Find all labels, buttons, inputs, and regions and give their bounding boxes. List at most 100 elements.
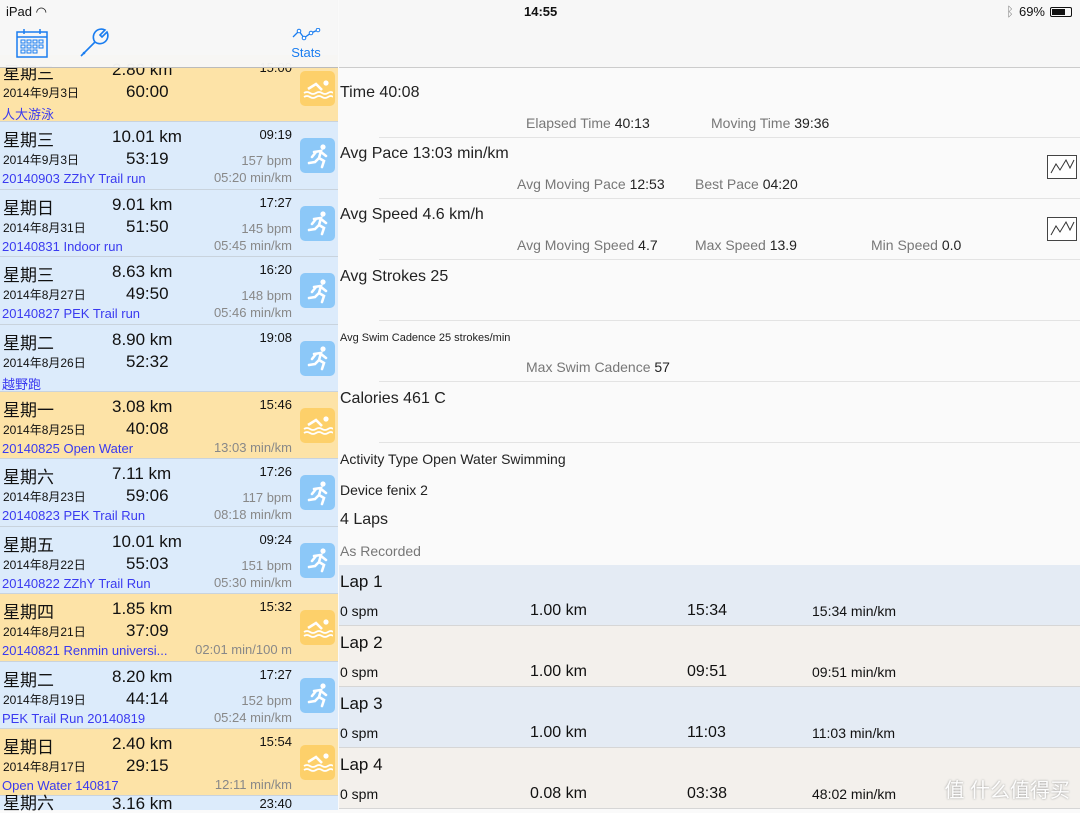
activity-day: 星期六 [3, 794, 54, 813]
calendar-icon[interactable] [16, 28, 48, 63]
line-graph-icon [1050, 158, 1075, 174]
stats-chart-icon [292, 27, 321, 41]
activity-day: 星期五 [3, 535, 54, 555]
activity-hr: 148 bpm [241, 288, 292, 304]
activity-distance: 8.20 km [112, 666, 173, 686]
activity-row[interactable]: 星期六 7.11 km 17:26 2014年8月23日 59:06 117 bpm 201… [0, 459, 338, 527]
activity-date: 2014年8月21日 [3, 625, 86, 640]
activity-distance: 1.85 km [112, 599, 173, 619]
swimmer-icon [303, 79, 333, 99]
activity-distance: 3.08 km [112, 396, 173, 416]
activity-time: 15:46 [259, 396, 292, 412]
activity-duration: 37:09 [126, 621, 169, 641]
activity-distance: 8.63 km [112, 262, 173, 282]
max-swim-cadence: Max Swim Cadence 57 [526, 359, 670, 375]
activity-row[interactable]: 星期一 3.08 km 15:46 2014年8月25日 40:08 20140825 O… [0, 391, 338, 460]
lap-time: 11:03 [687, 724, 726, 741]
activity-distance: 8.90 km [112, 329, 173, 349]
lap-row[interactable]: Lap 1 0 spm 1.00 km 15:34 15:34 min/km [339, 565, 1080, 626]
activity-hr: 145 bpm [241, 220, 292, 236]
run-badge [300, 138, 335, 174]
activity-row[interactable]: 星期三 10.01 km 09:19 2014年9月3日 53:19 157 bpm 201… [0, 122, 338, 190]
activity-hr: 117 bpm [242, 490, 292, 506]
activity-pace: 08:18 min/km [213, 507, 292, 523]
activity-time: 16:20 [259, 262, 292, 278]
activity-pace: 05:20 min/km [213, 170, 292, 186]
lap-row[interactable]: Lap 3 0 spm 1.00 km 11:03 11:03 min/km [339, 687, 1080, 748]
activity-day: 星期日 [3, 737, 54, 757]
activity-distance: 2.40 km [112, 733, 173, 753]
activity-day: 星期日 [3, 198, 54, 218]
lap-dist: 0.08 km [530, 785, 587, 802]
activity-pace: 05:45 min/km [213, 237, 292, 253]
laps-subtitle: As Recorded [340, 543, 421, 559]
divider [379, 198, 1080, 199]
elapsed-time: Elapsed Time 40:13 [526, 115, 650, 131]
swimmer-icon [303, 753, 333, 773]
battery-icon [1050, 6, 1072, 17]
activity-row[interactable]: 星期日 2.40 km 15:54 2014年8月17日 29:15 Open Water… [0, 728, 338, 797]
lap-dist: 1.00 km [530, 724, 587, 741]
avg-speed: Avg Speed 4.6 km/h [340, 206, 484, 223]
activity-name: 20140822 ZZhY Trail Run [2, 575, 151, 591]
lap-title: Lap 2 [340, 633, 383, 652]
stats-button[interactable]: Stats [291, 27, 321, 60]
time-field: Time 40:08 [340, 84, 420, 101]
lap-spm: 0 spm [340, 725, 379, 741]
activity-row[interactable]: 星期三 8.63 km 16:20 2014年8月27日 49:50 148 bpm 201… [0, 257, 338, 325]
activity-date: 2014年8月26日 [3, 355, 86, 370]
activity-date: 2014年8月19日 [3, 692, 86, 707]
runner-icon [307, 144, 327, 169]
divider [379, 320, 1080, 321]
best-pace: Best Pace 04:20 [695, 176, 798, 192]
run-badge [300, 542, 335, 578]
activity-row[interactable]: 星期二 8.90 km 19:08 2014年8月26日 52:32 越野跑 [0, 324, 338, 392]
activity-row[interactable]: 星期日 9.01 km 17:27 2014年8月31日 51:50 145 bpm 201… [0, 189, 338, 258]
activity-row[interactable]: 星期二 8.20 km 17:27 2014年8月19日 44:14 152 bpm PEK… [0, 661, 338, 729]
calories: Calories 461 C [340, 390, 446, 407]
lap-pace: 11:03 min/km [812, 725, 895, 741]
wrench-icon[interactable] [78, 27, 110, 64]
stats-label: Stats [291, 45, 321, 60]
speed-graph-button[interactable] [1047, 217, 1077, 241]
activity-date: 2014年9月3日 [3, 153, 80, 168]
battery-percent: 69% [1018, 4, 1045, 19]
activity-list[interactable]: 星期三2.80 km15:002014年9月3日60:00人大游泳星期三10.0… [0, 55, 338, 813]
activity-row[interactable]: 星期五 10.01 km 09:24 2014年8月22日 55:03 151 bpm 20… [0, 526, 338, 595]
activity-pace: 12:11 min/km [214, 776, 292, 792]
lap-row[interactable]: Lap 2 0 spm 1.00 km 09:51 09:51 min/km [339, 626, 1080, 687]
activity-distance: 10.01 km [112, 127, 182, 147]
min-speed: Min Speed 0.0 [871, 237, 962, 253]
lap-pace: 09:51 min/km [812, 664, 897, 680]
activity-row[interactable]: 星期四 1.85 km 15:32 2014年8月21日 37:09 20140821 R… [0, 594, 338, 662]
lap-pace: 15:34 min/km [812, 603, 897, 619]
activity-day: 星期四 [3, 603, 54, 623]
activity-duration: 60:00 [126, 82, 169, 101]
bluetooth-icon: ᛒ [1006, 4, 1014, 19]
runner-icon [307, 683, 327, 708]
clock: 14:55 [524, 4, 558, 19]
lap-title: Lap 3 [340, 694, 383, 713]
divider [379, 137, 1080, 138]
swim-badge [300, 407, 335, 443]
activity-duration: 44:14 [126, 688, 169, 708]
avg-moving-speed: Avg Moving Speed 4.7 [517, 237, 658, 253]
activity-time: 09:19 [259, 127, 292, 143]
activity-duration: 52:32 [126, 351, 169, 371]
activity-distance: 3.16 km [112, 794, 173, 813]
activity-hr: 151 bpm [241, 557, 292, 573]
lap-dist: 1.00 km [530, 602, 587, 619]
activity-time: 23:40 [259, 796, 292, 812]
activity-duration: 40:08 [126, 418, 169, 438]
pace-graph-button[interactable] [1047, 155, 1077, 179]
wifi-icon: ◠ [35, 4, 47, 19]
lap-spm: 0 spm [340, 603, 379, 619]
runner-icon [307, 481, 327, 506]
activity-day: 星期二 [3, 670, 54, 690]
activity-row[interactable]: 星期六 3.16 km 23:40 [0, 794, 338, 813]
activity-distance: 10.01 km [112, 531, 182, 551]
activity-time: 19:08 [259, 329, 292, 345]
activity-date: 2014年8月25日 [3, 422, 86, 437]
activity-detail-pane: Time 40:08 Elapsed Time 40:13 Moving Tim… [339, 0, 1080, 810]
run-badge [300, 273, 335, 309]
